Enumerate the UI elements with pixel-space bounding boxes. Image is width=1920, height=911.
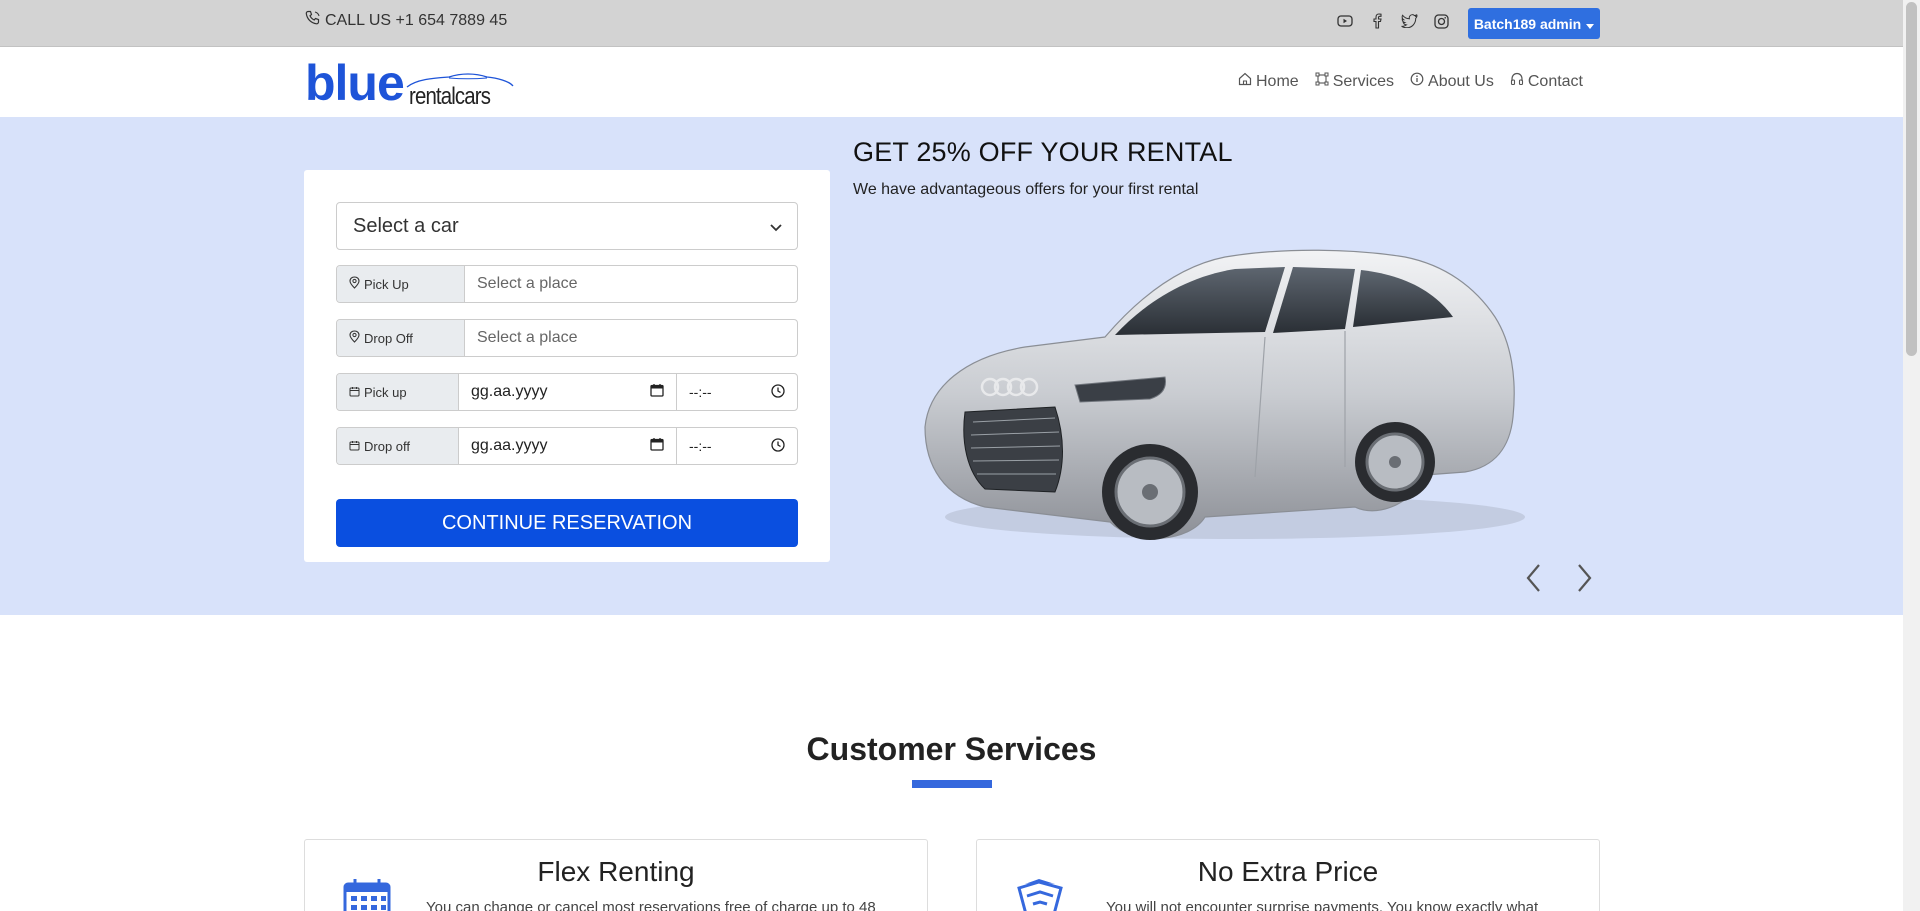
logo-primary: blue — [305, 55, 405, 111]
location-pin-icon — [349, 330, 360, 346]
dropoff-place-input[interactable]: Select a place — [465, 320, 797, 356]
dropoff-time-input[interactable]: --:-- — [677, 428, 797, 464]
calendar-icon — [349, 385, 360, 400]
nav-contact-label: Contact — [1527, 72, 1583, 90]
main-nav: Home Services About Us Contact — [1238, 72, 1583, 91]
admin-dropdown-button[interactable]: Batch189 admin — [1468, 8, 1600, 39]
logo-secondary: rentalcars — [409, 83, 491, 110]
service-card-flex-renting: Flex Renting You can change or cancel mo… — [304, 839, 928, 911]
service-card-title: Flex Renting — [537, 856, 695, 887]
pickup-place-input[interactable]: Select a place — [465, 266, 797, 302]
nav-home-label: Home — [1256, 72, 1299, 90]
pickup-place-label-text: Pick Up — [364, 276, 409, 292]
caret-down-icon — [1586, 16, 1595, 32]
pickup-time-value: --:-- — [689, 384, 712, 400]
top-bar: CALL US +1 654 7889 45 Batch189 admin — [0, 0, 1903, 47]
admin-label: Batch189 admin — [1473, 15, 1582, 32]
hero-section: Select a car Pick Up Select a place Drop… — [0, 117, 1903, 615]
pickup-place-group: Pick Up Select a place — [336, 265, 798, 303]
dropoff-place-label: Drop Off — [337, 320, 465, 356]
carousel-next-icon[interactable] — [1572, 561, 1596, 595]
clock-icon[interactable] — [771, 383, 785, 401]
calendar-icon — [349, 439, 360, 454]
scrollbar-thumb[interactable] — [1906, 2, 1917, 356]
pickup-date-input[interactable]: gg.aa.yyyy — [459, 374, 677, 410]
dropoff-date-input[interactable]: gg.aa.yyyy — [459, 428, 677, 464]
chevron-down-icon — [769, 217, 783, 240]
calendar-icon[interactable] — [650, 437, 664, 456]
phone-icon — [305, 10, 321, 31]
car-select[interactable]: Select a car — [336, 202, 798, 250]
pickup-datetime-group: Pick up gg.aa.yyyy --:-- — [336, 373, 798, 411]
pickup-date-value: gg.aa.yyyy — [471, 383, 548, 400]
location-pin-icon — [349, 276, 360, 292]
headset-icon — [1510, 72, 1524, 91]
car-image — [924, 249, 1525, 540]
services-title: Customer Services — [806, 731, 1097, 767]
clock-icon[interactable] — [771, 437, 785, 455]
pickup-date-label-text: Pick up — [364, 384, 407, 400]
phone-contact[interactable]: CALL US +1 654 7889 45 — [305, 10, 507, 31]
dropoff-time-value: --:-- — [689, 438, 712, 454]
social-links — [1336, 12, 1450, 30]
nav-about[interactable]: About Us — [1410, 72, 1494, 91]
services-title-underline — [912, 780, 992, 788]
nav-services-label: Services — [1332, 72, 1395, 90]
carousel-prev-icon[interactable] — [1522, 561, 1546, 595]
instagram-icon[interactable] — [1432, 12, 1450, 30]
info-icon — [1410, 72, 1424, 91]
service-card-text: You can change or cancel most reservatio… — [426, 899, 876, 911]
reservation-form: Select a car Pick Up Select a place Drop… — [304, 170, 830, 562]
nav-about-label: About Us — [1428, 72, 1494, 90]
pickup-time-input[interactable]: --:-- — [677, 374, 797, 410]
dropoff-date-value: gg.aa.yyyy — [471, 437, 548, 454]
youtube-icon[interactable] — [1336, 12, 1354, 30]
pickup-place-label: Pick Up — [337, 266, 465, 302]
phone-text: CALL US +1 654 7889 45 — [325, 11, 508, 29]
logo[interactable]: blue rentalcars — [305, 55, 515, 111]
dropoff-date-label: Drop off — [337, 428, 459, 464]
dropoff-place-group: Drop Off Select a place — [336, 319, 798, 357]
nav-contact[interactable]: Contact — [1510, 72, 1583, 91]
home-icon — [1238, 72, 1252, 91]
nav-home[interactable]: Home — [1238, 72, 1299, 91]
services-icon — [1315, 72, 1329, 91]
dropoff-datetime-group: Drop off gg.aa.yyyy --:-- — [336, 427, 798, 465]
twitter-icon[interactable] — [1400, 12, 1418, 30]
site-header: blue rentalcars Home Services About Us C… — [0, 47, 1903, 117]
facebook-icon[interactable] — [1368, 12, 1386, 30]
promo-title: GET 25% OFF YOUR RENTAL — [853, 137, 1233, 167]
car-select-value: Select a car — [353, 214, 459, 237]
page-scrollbar[interactable] — [1903, 0, 1920, 911]
calendar-icon[interactable] — [650, 383, 664, 402]
pickup-date-label: Pick up — [337, 374, 459, 410]
continue-reservation-button[interactable]: CONTINUE RESERVATION — [336, 499, 798, 547]
service-card-title: No Extra Price — [1197, 856, 1379, 887]
service-card-no-extra-price: No Extra Price You will not encounter su… — [976, 839, 1600, 911]
dropoff-place-label-text: Drop Off — [364, 330, 413, 346]
nav-services[interactable]: Services — [1315, 72, 1394, 91]
promo-subtitle: We have advantageous offers for your fir… — [853, 181, 1199, 198]
service-card-text: You will not encounter surprise payments… — [1106, 899, 1539, 911]
dropoff-date-label-text: Drop off — [364, 438, 411, 454]
